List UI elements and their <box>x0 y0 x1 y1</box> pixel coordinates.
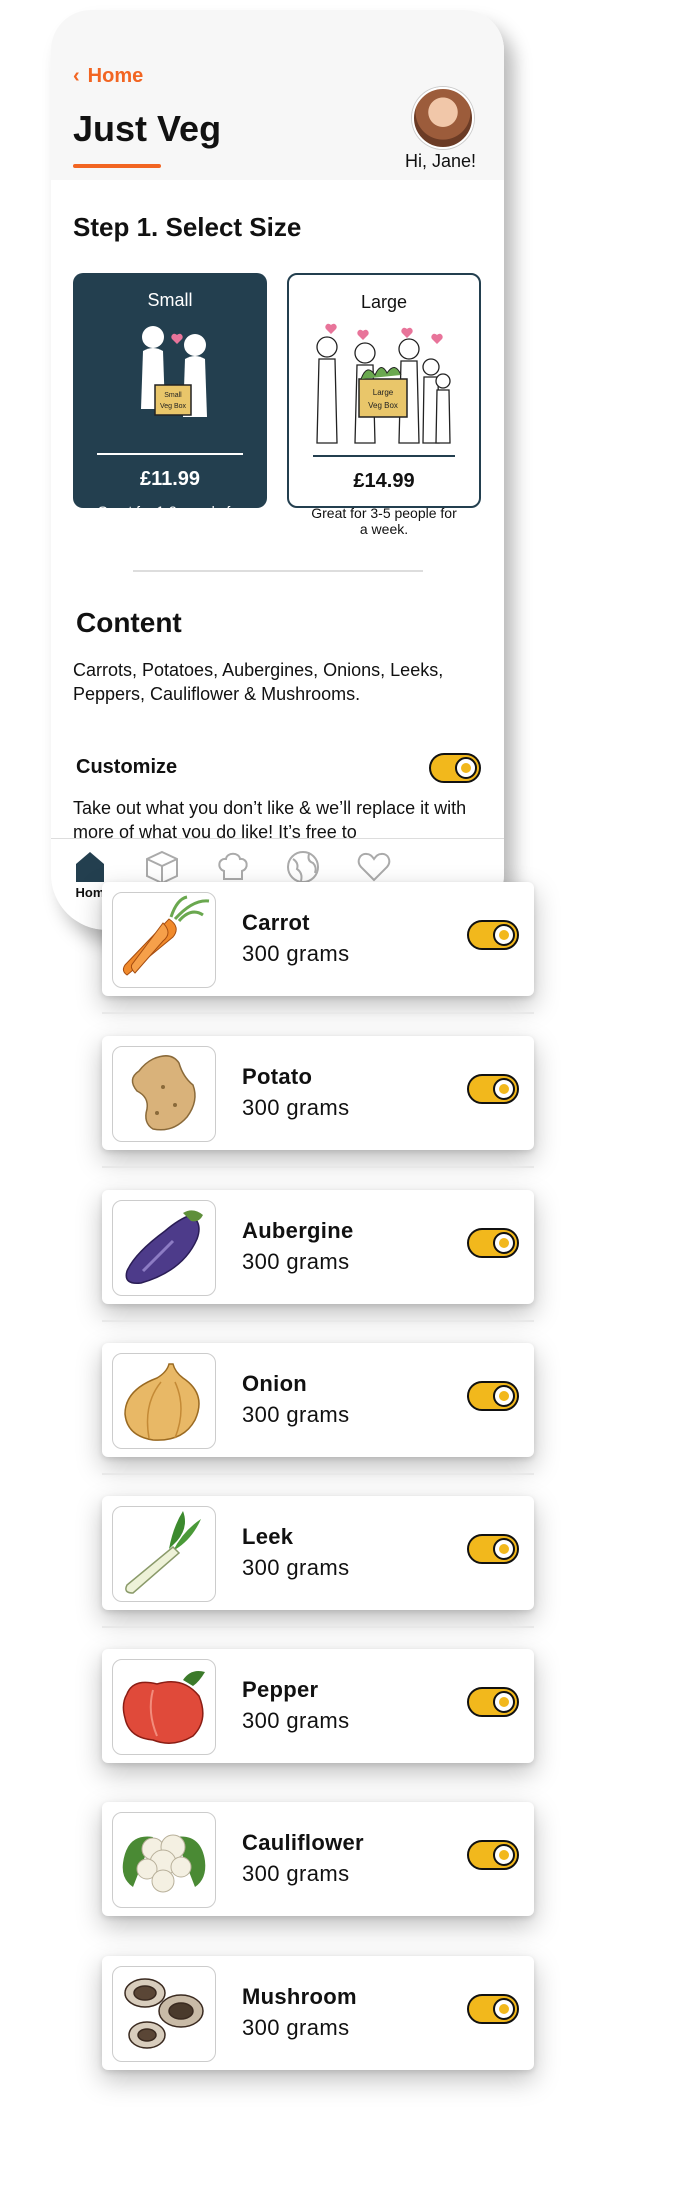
size-price: £14.99 <box>353 470 415 492</box>
title-underline <box>73 164 161 168</box>
list-divider <box>102 1012 534 1014</box>
chevron-left-icon: ‹ <box>73 65 80 87</box>
list-divider <box>102 1320 534 1322</box>
size-price: £11.99 <box>139 468 201 490</box>
card-divider <box>313 455 455 457</box>
svg-text:Small: Small <box>164 392 182 399</box>
item-image <box>112 1046 216 1142</box>
leek-icon <box>125 1511 201 1594</box>
item-image <box>112 1812 216 1908</box>
home-icon <box>76 852 104 882</box>
item-toggle[interactable] <box>467 1994 519 2024</box>
item-image <box>112 1506 216 1602</box>
svg-text:Veg Box: Veg Box <box>368 401 398 410</box>
list-item[interactable]: Onion 300 grams <box>102 1343 534 1457</box>
item-qty: 300 grams <box>242 2015 350 2040</box>
card-divider <box>97 453 243 455</box>
avatar[interactable] <box>412 87 474 149</box>
box-icon <box>146 850 178 885</box>
size-name: Large <box>360 292 408 312</box>
item-toggle[interactable] <box>467 1687 519 1717</box>
item-qty: 300 grams <box>242 1249 350 1274</box>
list-item[interactable]: Mushroom 300 grams <box>102 1956 534 2070</box>
item-qty: 300 grams <box>242 1861 350 1886</box>
cauliflower-icon <box>122 1834 206 1893</box>
list-item[interactable]: Pepper 300 grams <box>102 1649 534 1763</box>
back-link[interactable]: ‹ Home <box>73 65 143 88</box>
onion-icon <box>124 1363 200 1441</box>
item-image <box>112 1200 216 1296</box>
item-qty: 300 grams <box>242 1402 350 1427</box>
pepper-icon <box>122 1671 205 1744</box>
item-toggle[interactable] <box>467 1228 519 1258</box>
item-image <box>112 1353 216 1449</box>
customize-text: Take out what you don’t like & we’ll rep… <box>73 798 467 842</box>
item-name: Potato <box>242 1064 313 1089</box>
aubergine-icon <box>125 1210 203 1284</box>
item-toggle[interactable] <box>467 1074 519 1104</box>
list-divider <box>102 1473 534 1475</box>
section-divider <box>133 570 423 572</box>
list-item[interactable]: Cauliflower 300 grams <box>102 1802 534 1916</box>
list-item[interactable]: Potato 300 grams <box>102 1036 534 1150</box>
app-header: ‹ Home Just Veg Hi, Jane! <box>51 10 504 180</box>
small-box-illustration: Small Veg Box <box>141 326 207 417</box>
item-image <box>112 892 216 988</box>
item-image <box>112 1966 216 2062</box>
content-text: Carrots, Potatoes, Aubergines, Onions, L… <box>73 660 444 704</box>
phone-screen: ‹ Home Just Veg Hi, Jane! Step 1. Select… <box>51 10 504 930</box>
customize-label: Customize <box>76 756 178 778</box>
item-toggle[interactable] <box>467 1840 519 1870</box>
list-item[interactable]: Aubergine 300 grams <box>102 1190 534 1304</box>
svg-text:Veg Box: Veg Box <box>160 403 187 410</box>
greeting: Hi, Jane! <box>405 151 477 171</box>
size-desc: Great for 3-5 people for a week. <box>311 505 457 537</box>
svg-text:Large: Large <box>373 388 394 397</box>
item-name: Pepper <box>242 1677 319 1702</box>
size-desc: Great for 1-2 people for a week. <box>97 503 243 535</box>
large-box-illustration: Large Veg Box <box>316 323 451 444</box>
carrot-icon <box>122 895 210 976</box>
item-qty: 300 grams <box>242 1708 350 1733</box>
item-image <box>112 1659 216 1755</box>
list-divider <box>102 1626 534 1628</box>
item-name: Carrot <box>242 910 310 935</box>
mushroom-icon <box>124 1978 204 2049</box>
item-toggle[interactable] <box>467 920 519 950</box>
item-qty: 300 grams <box>242 1555 350 1580</box>
item-name: Aubergine <box>242 1218 354 1243</box>
content-title: Content <box>76 607 182 638</box>
item-toggle[interactable] <box>467 1381 519 1411</box>
list-item[interactable]: Leek 300 grams <box>102 1496 534 1610</box>
back-label: Home <box>87 65 144 87</box>
size-card-small[interactable]: Small Small Veg Box £11.99 Great for 1-2… <box>73 273 267 535</box>
step-title: Step 1. Select Size <box>73 212 302 242</box>
item-name: Cauliflower <box>242 1830 364 1855</box>
size-name: Small <box>147 290 193 310</box>
item-qty: 300 grams <box>242 941 350 966</box>
list-item[interactable]: Carrot 300 grams <box>102 882 534 996</box>
list-divider <box>102 1166 534 1168</box>
size-card-large[interactable]: Large Large Veg Box £14.99 Great for 3-5… <box>287 273 481 537</box>
page-title: Just Veg <box>73 108 222 149</box>
item-name: Leek <box>242 1524 294 1549</box>
chef-hat-icon <box>218 852 248 880</box>
potato-icon <box>131 1055 196 1131</box>
item-name: Onion <box>242 1371 308 1396</box>
item-name: Mushroom <box>242 1984 357 2009</box>
customize-toggle[interactable] <box>429 753 481 783</box>
item-toggle[interactable] <box>467 1534 519 1564</box>
globe-icon <box>287 851 319 883</box>
item-qty: 300 grams <box>242 1095 350 1120</box>
heart-icon <box>357 852 391 882</box>
